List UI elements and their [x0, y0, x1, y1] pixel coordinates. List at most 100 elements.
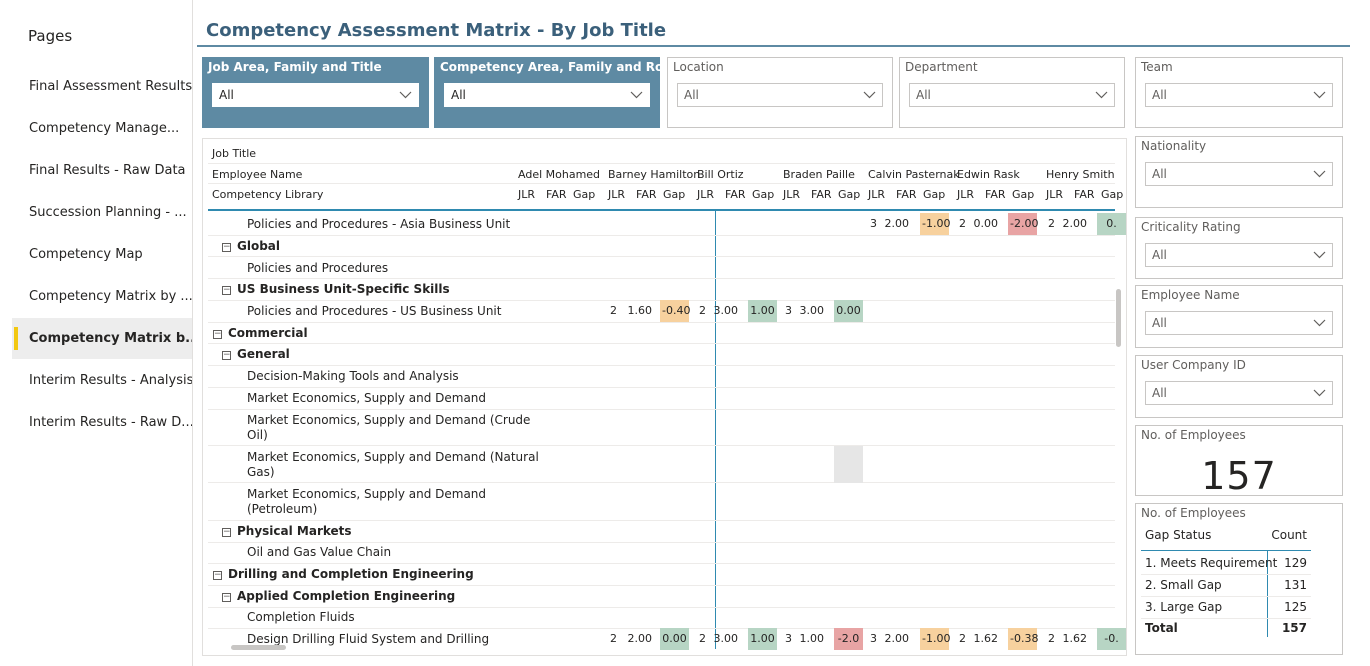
- vertical-scrollbar[interactable]: [1116, 289, 1121, 347]
- matrix-cell: -1.00: [920, 213, 950, 235]
- employee-header[interactable]: Braden Paille: [783, 168, 855, 181]
- horizontal-scrollbar[interactable]: [231, 645, 286, 650]
- measure-header: FAR: [811, 188, 832, 201]
- page-tab-succession-planning[interactable]: Succession Planning - ...: [12, 192, 192, 233]
- matrix-cell: 3.00: [713, 304, 739, 317]
- matrix-header-job-title[interactable]: Job Title: [212, 147, 256, 160]
- measure-header: JLR: [1046, 188, 1064, 201]
- row-rule: [208, 482, 1115, 483]
- row-label: Market Economics, Supply and Demand (Cru…: [247, 413, 531, 427]
- page-tab-final-results-raw-data[interactable]: Final Results - Raw Data: [12, 150, 192, 191]
- collapse-icon[interactable]: −: [222, 243, 231, 252]
- user-company-id-slicer: User Company ID All: [1135, 355, 1343, 418]
- matrix-cell: 0.00: [973, 217, 999, 230]
- row-label: Oil): [247, 428, 268, 442]
- employee-header[interactable]: Calvin Pasternak: [868, 168, 960, 181]
- row-rule: [208, 542, 1115, 543]
- collapse-icon[interactable]: −: [222, 286, 231, 295]
- matrix-cell: 1.00: [799, 632, 825, 645]
- row-rule: [208, 235, 1115, 236]
- employee-header[interactable]: Barney Hamilton: [608, 168, 700, 181]
- collapse-icon[interactable]: −: [213, 330, 222, 339]
- matrix-cell: 2.00: [627, 632, 653, 645]
- job-area-dropdown[interactable]: All: [212, 83, 419, 107]
- matrix-cell: 2.00: [884, 217, 910, 230]
- team-slicer: Team All: [1135, 57, 1343, 128]
- department-dropdown-value: All: [916, 88, 931, 102]
- row-rule: [208, 563, 1115, 564]
- matrix-cell: 2: [959, 632, 966, 645]
- employees-card-label: No. of Employees: [1141, 428, 1246, 442]
- row-label: Design Drilling Fluid System and Drillin…: [247, 632, 490, 646]
- matrix-cell: 2.00: [1062, 217, 1088, 230]
- competency-area-dropdown-value: All: [451, 88, 466, 102]
- gap-table-title: No. of Employees: [1141, 506, 1246, 520]
- employee-name-dropdown[interactable]: All: [1145, 311, 1333, 335]
- page-tab-competency-map[interactable]: Competency Map: [12, 234, 192, 275]
- nationality-slicer: Nationality All: [1135, 136, 1343, 208]
- row-label: Decision-Making Tools and Analysis: [247, 369, 459, 383]
- page-tab-interim-results-raw-data[interactable]: Interim Results - Raw D...: [12, 402, 192, 443]
- measure-header: FAR: [985, 188, 1006, 201]
- nationality-slicer-label: Nationality: [1141, 139, 1207, 153]
- location-dropdown[interactable]: All: [677, 83, 883, 107]
- user-company-id-dropdown[interactable]: All: [1145, 381, 1333, 405]
- matrix-header-competency-library[interactable]: Competency Library: [212, 188, 323, 201]
- row-rule: [208, 278, 1115, 279]
- row-label: US Business Unit-Specific Skills: [237, 282, 450, 296]
- collapse-icon[interactable]: −: [222, 351, 231, 360]
- criticality-dropdown[interactable]: All: [1145, 243, 1333, 267]
- competency-area-dropdown[interactable]: All: [444, 83, 650, 107]
- collapse-icon[interactable]: −: [222, 528, 231, 537]
- nationality-dropdown[interactable]: All: [1145, 162, 1333, 186]
- employee-header[interactable]: Henry Smith: [1046, 168, 1115, 181]
- measure-header: FAR: [1074, 188, 1095, 201]
- matrix-cell: 1.00: [748, 300, 777, 322]
- chevron-down-icon: [1313, 389, 1326, 397]
- chevron-down-icon: [399, 91, 412, 99]
- measure-header: JLR: [783, 188, 801, 201]
- gap-table-row-count: 125: [1284, 600, 1307, 614]
- empty-cell-highlight: [834, 446, 863, 483]
- row-rule: [208, 163, 1115, 164]
- employee-header[interactable]: Adel Mohamed: [518, 168, 600, 181]
- matrix-cell: 2: [1048, 632, 1055, 645]
- gap-table-row-rule: [1141, 618, 1311, 619]
- employee-name-slicer-label: Employee Name: [1141, 288, 1240, 302]
- employees-card: No. of Employees 157: [1135, 425, 1343, 498]
- header-divider: [208, 209, 1115, 211]
- page-tab-interim-results-analysis[interactable]: Interim Results - Analysis: [12, 360, 192, 401]
- competency-matrix: Job Title Employee Name Competency Libra…: [202, 138, 1127, 656]
- collapse-icon[interactable]: −: [222, 593, 231, 602]
- matrix-cell: -0.38: [1008, 628, 1038, 650]
- row-label: Completion Fluids: [247, 610, 355, 624]
- matrix-cell: 3: [785, 304, 792, 317]
- matrix-header-employee-name[interactable]: Employee Name: [212, 168, 302, 181]
- matrix-cell: 1.62: [973, 632, 999, 645]
- employee-header[interactable]: Bill Ortiz: [697, 168, 744, 181]
- matrix-cell: 3.00: [799, 304, 825, 317]
- department-dropdown[interactable]: All: [909, 83, 1115, 107]
- row-rule: [208, 445, 1115, 446]
- row-label: Market Economics, Supply and Demand: [247, 391, 487, 405]
- criticality-slicer: Criticality Rating All: [1135, 217, 1343, 279]
- measure-header: Gap: [1101, 188, 1124, 201]
- page-tab-competency-matrix-by-job-title[interactable]: Competency Matrix b...: [12, 318, 192, 359]
- row-rule: [208, 343, 1115, 344]
- criticality-dropdown-value: All: [1152, 248, 1167, 262]
- row-rule: [208, 365, 1115, 366]
- measure-header: Gap: [1012, 188, 1035, 201]
- page-tab-competency-management[interactable]: Competency Manage...: [12, 108, 192, 149]
- gap-status-table: No. of Employees Gap Status Count 1. Mee…: [1135, 503, 1343, 655]
- page-tab-final-assessment-results[interactable]: Final Assessment Results: [12, 66, 192, 107]
- team-dropdown[interactable]: All: [1145, 83, 1333, 107]
- measure-header: Gap: [663, 188, 686, 201]
- measure-header: Gap: [573, 188, 596, 201]
- row-label: General: [237, 347, 290, 361]
- page-tab-competency-matrix-by[interactable]: Competency Matrix by ...: [12, 276, 192, 317]
- collapse-icon[interactable]: −: [213, 571, 222, 580]
- measure-header: Gap: [752, 188, 775, 201]
- job-area-slicer-label: Job Area, Family and Title: [208, 60, 382, 74]
- matrix-cell: 2.00: [884, 632, 910, 645]
- employee-header[interactable]: Edwin Rask: [957, 168, 1020, 181]
